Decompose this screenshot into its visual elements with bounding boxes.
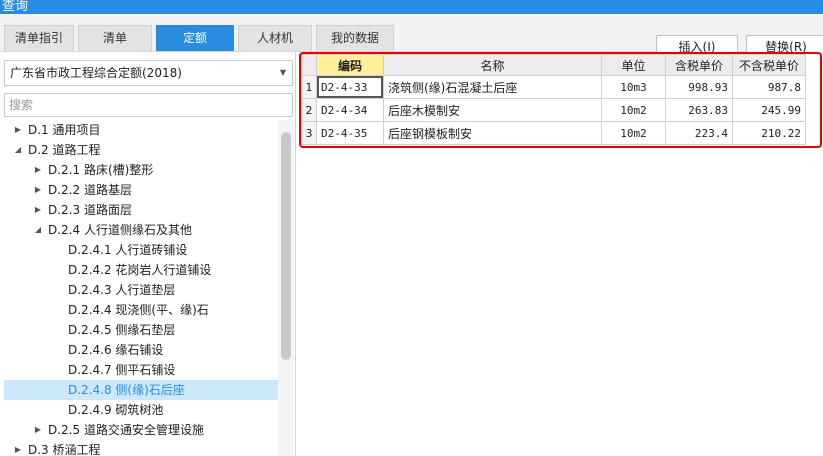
- name-cell[interactable]: 浇筑侧(缘)石混凝土后座: [383, 75, 602, 99]
- tree-item-label: D.2.4 人行道侧缘石及其他: [48, 223, 192, 237]
- price-tax-cell[interactable]: 263.83: [665, 98, 733, 122]
- quota-table: 编码 名称 单位 含税单价 不含税单价 1 D2-4-33 浇筑侧(缘)石混凝土…: [301, 54, 806, 145]
- tab-bill-guide[interactable]: 清单指引: [4, 25, 74, 51]
- tree-item-label: D.2.4.8 侧(缘)石后座: [68, 383, 185, 397]
- row-number: 3: [301, 121, 317, 145]
- row-number: 1: [301, 75, 317, 99]
- quota-library-value: 广东省市政工程综合定额(2018): [10, 66, 182, 80]
- triangle-right-icon[interactable]: ▶: [32, 420, 44, 440]
- code-cell[interactable]: D2-4-35: [316, 121, 384, 145]
- tree-item-label: D.2 道路工程: [28, 143, 101, 157]
- tree-item[interactable]: D.2.4.9 砌筑树池: [4, 400, 278, 420]
- price-notax-cell[interactable]: 245.99: [732, 98, 806, 122]
- price-notax-cell[interactable]: 210.22: [732, 121, 806, 145]
- left-panel: 广东省市政工程综合定额(2018) ▼ ▶ D.1 通用项目 ◢ D.2 道路工程 ▶ D…: [0, 52, 296, 456]
- price-tax-cell[interactable]: 223.4: [665, 121, 733, 145]
- price-notax-cell[interactable]: 987.8: [732, 75, 806, 99]
- name-cell[interactable]: 后座木模制安: [383, 98, 602, 122]
- tree-item[interactable]: D.2.4.2 花岗岩人行道铺设: [4, 260, 278, 280]
- unit-cell[interactable]: 10m3: [601, 75, 666, 99]
- code-cell[interactable]: D2-4-34: [316, 98, 384, 122]
- row-number: 2: [301, 98, 317, 122]
- tree-item-label: D.2.4.3 人行道垫层: [68, 283, 176, 297]
- col-header-unit[interactable]: 单位: [601, 54, 666, 76]
- tree-item[interactable]: D.2.4.8 侧(缘)石后座: [4, 380, 278, 400]
- quota-library-select[interactable]: 广东省市政工程综合定额(2018) ▼: [4, 60, 293, 86]
- tab-labor-material[interactable]: 人材机: [238, 25, 312, 51]
- right-panel: 编码 名称 单位 含税单价 不含税单价 1 D2-4-33 浇筑侧(缘)石混凝土…: [297, 52, 823, 456]
- table-row[interactable]: 1 D2-4-33 浇筑侧(缘)石混凝土后座 10m3 998.93 987.8: [301, 75, 806, 99]
- code-cell[interactable]: D2-4-33: [316, 75, 384, 99]
- tree-scrollbar[interactable]: [278, 120, 294, 456]
- triangle-right-icon[interactable]: ▶: [12, 120, 24, 140]
- triangle-right-icon[interactable]: ▶: [32, 200, 44, 220]
- tree-item[interactable]: D.2.4.7 侧平石铺设: [4, 360, 278, 380]
- col-header-name[interactable]: 名称: [383, 54, 602, 76]
- tab-bill[interactable]: 清单: [78, 25, 152, 51]
- col-header-price-notax[interactable]: 不含税单价: [732, 54, 806, 76]
- tree-item[interactable]: D.2.4.1 人行道砖铺设: [4, 240, 278, 260]
- tree-item-label: D.2.4.5 侧缘石垫层: [68, 323, 176, 337]
- col-header-code[interactable]: 编码: [316, 54, 384, 76]
- triangle-right-icon[interactable]: ▶: [32, 180, 44, 200]
- name-cell[interactable]: 后座钢模板制安: [383, 121, 602, 145]
- tree-item-label: D.2.2 道路基层: [48, 183, 132, 197]
- tree-item[interactable]: ▶ D.2.2 道路基层: [4, 180, 278, 200]
- tree-item[interactable]: ◢ D.2 道路工程: [4, 140, 278, 160]
- tree-item[interactable]: ◢ D.2.4 人行道侧缘石及其他: [4, 220, 278, 240]
- tree-item[interactable]: D.2.4.5 侧缘石垫层: [4, 320, 278, 340]
- tree-item-label: D.2.1 路床(槽)整形: [48, 163, 154, 177]
- unit-cell[interactable]: 10m2: [601, 98, 666, 122]
- table-row[interactable]: 2 D2-4-34 后座木模制安 10m2 263.83 245.99: [301, 98, 806, 122]
- tab-bar: 清单指引 清单 定额 人材机 我的数据 插入(I) 替换(R): [0, 14, 823, 59]
- window-title: 查询: [2, 0, 29, 14]
- tree-item-label: D.2.4.1 人行道砖铺设: [68, 243, 188, 257]
- scrollbar-thumb[interactable]: [281, 132, 291, 360]
- tree-item[interactable]: ▶ D.3 桥涵工程: [4, 440, 278, 456]
- tree-item-label: D.2.4.4 现浇侧(平、缘)石: [68, 303, 209, 317]
- tree-item[interactable]: ▶ D.2.1 路床(槽)整形: [4, 160, 278, 180]
- table-header-row: 编码 名称 单位 含税单价 不含税单价: [301, 54, 806, 76]
- tree-item-label: D.2.4.2 花岗岩人行道铺设: [68, 263, 212, 277]
- tab-my-data[interactable]: 我的数据: [316, 25, 394, 51]
- triangle-down-icon[interactable]: ◢: [32, 220, 44, 240]
- tree-item-label: D.1 通用项目: [28, 123, 101, 137]
- col-header-rownum: [301, 54, 317, 76]
- unit-cell[interactable]: 10m2: [601, 121, 666, 145]
- tree-item[interactable]: ▶ D.2.5 道路交通安全管理设施: [4, 420, 278, 440]
- quota-tree: ▶ D.1 通用项目 ◢ D.2 道路工程 ▶ D.2.1 路床(槽)整形 ▶ D.2.2 道…: [0, 120, 278, 456]
- tree-item[interactable]: ▶ D.2.3 道路面层: [4, 200, 278, 220]
- tab-quota[interactable]: 定额: [156, 25, 234, 51]
- chevron-down-icon: ▼: [279, 68, 286, 77]
- tree-item[interactable]: ▶ D.1 通用项目: [4, 120, 278, 140]
- tree-item-label: D.2.4.6 缘石铺设: [68, 343, 164, 357]
- triangle-right-icon[interactable]: ▶: [32, 160, 44, 180]
- window-titlebar: 查询: [0, 0, 823, 14]
- table-row[interactable]: 3 D2-4-35 后座钢模板制安 10m2 223.4 210.22: [301, 121, 806, 145]
- triangle-down-icon[interactable]: ◢: [12, 140, 24, 160]
- price-tax-cell[interactable]: 998.93: [665, 75, 733, 99]
- tree-item-label: D.2.3 道路面层: [48, 203, 132, 217]
- tree-item-label: D.3 桥涵工程: [28, 443, 101, 456]
- tree-item[interactable]: D.2.4.3 人行道垫层: [4, 280, 278, 300]
- tree-item-label: D.2.4.9 砌筑树池: [68, 403, 164, 417]
- col-header-price-tax[interactable]: 含税单价: [665, 54, 733, 76]
- search-input[interactable]: [4, 93, 293, 117]
- triangle-right-icon[interactable]: ▶: [12, 440, 24, 456]
- tree-item-label: D.2.4.7 侧平石铺设: [68, 363, 176, 377]
- tree-item[interactable]: D.2.4.6 缘石铺设: [4, 340, 278, 360]
- tree-item[interactable]: D.2.4.4 现浇侧(平、缘)石: [4, 300, 278, 320]
- tree-item-label: D.2.5 道路交通安全管理设施: [48, 423, 204, 437]
